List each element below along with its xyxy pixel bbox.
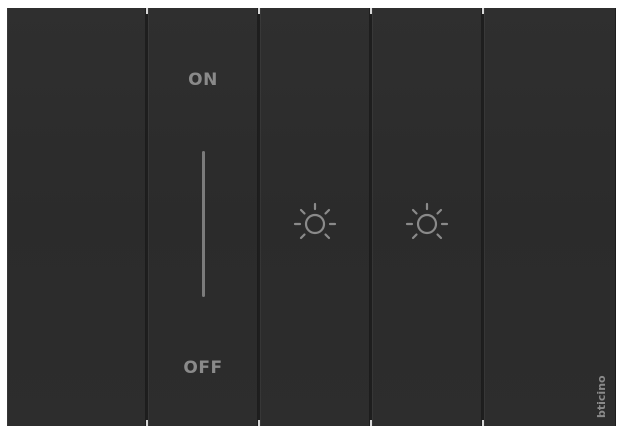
on-label: ON bbox=[188, 70, 218, 90]
light-button-1[interactable] bbox=[260, 8, 370, 426]
light-button-2[interactable] bbox=[372, 8, 482, 426]
module-separator-mark bbox=[482, 8, 484, 14]
switch-plate: ON OFF bticino bbox=[7, 8, 616, 426]
brand-logo: bticino bbox=[595, 375, 608, 418]
module-separator-mark bbox=[370, 420, 372, 426]
module-separator-mark bbox=[370, 8, 372, 14]
blank-module-left bbox=[7, 8, 146, 426]
toggle-indicator-line bbox=[202, 151, 205, 297]
module-separator-mark bbox=[258, 8, 260, 14]
on-off-switch-module[interactable]: ON OFF bbox=[148, 8, 258, 426]
off-label: OFF bbox=[183, 358, 223, 378]
module-separator-mark bbox=[258, 420, 260, 426]
sun-icon bbox=[293, 202, 337, 240]
module-separator-mark bbox=[482, 420, 484, 426]
sun-icon bbox=[405, 202, 449, 240]
module-separator-mark bbox=[146, 420, 148, 426]
module-separator-mark bbox=[146, 8, 148, 14]
blank-module-right: bticino bbox=[484, 8, 616, 426]
